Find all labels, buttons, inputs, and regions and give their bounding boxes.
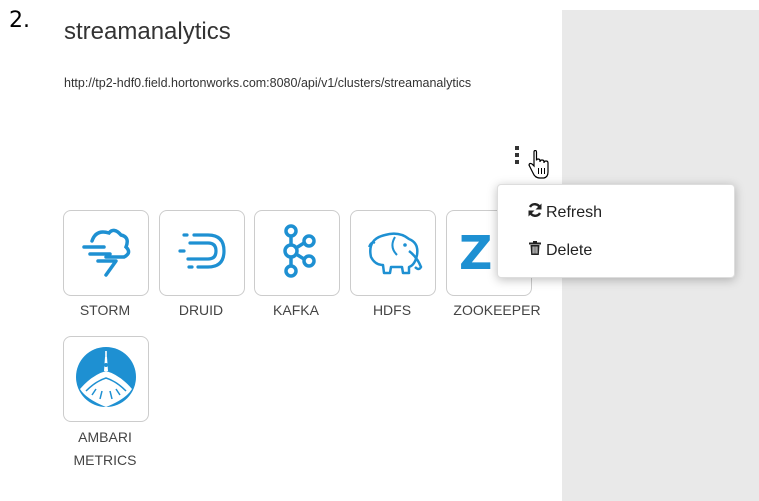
storm-icon bbox=[76, 221, 136, 286]
menu-item-refresh[interactable]: Refresh bbox=[527, 202, 602, 223]
trash-icon bbox=[527, 240, 546, 261]
service-tile-storm[interactable] bbox=[63, 210, 149, 296]
context-menu: Refresh Delete bbox=[497, 184, 735, 278]
service-label-druid: DRUID bbox=[178, 302, 224, 318]
refresh-icon bbox=[527, 202, 546, 223]
hdfs-elephant-icon bbox=[361, 221, 425, 286]
cluster-url: http://tp2-hdf0.field.hortonworks.com:80… bbox=[64, 76, 472, 90]
step-number: 2. bbox=[9, 8, 30, 33]
hand-cursor-icon bbox=[528, 149, 550, 185]
ambari-metrics-icon bbox=[74, 345, 138, 414]
service-label-zookeeper: ZOOKEEPER bbox=[453, 302, 541, 318]
service-tile-kafka[interactable] bbox=[254, 210, 340, 296]
service-label-ambari-metrics: AMBARI METRICS bbox=[73, 429, 137, 468]
service-tile-hdfs[interactable] bbox=[350, 210, 436, 296]
menu-item-label: Delete bbox=[546, 241, 593, 259]
service-label-storm: STORM bbox=[79, 302, 131, 318]
service-tile-ambari-metrics[interactable] bbox=[63, 336, 149, 422]
service-label-hdfs: HDFS bbox=[372, 302, 412, 318]
service-label-kafka: KAFKA bbox=[273, 302, 319, 318]
druid-icon bbox=[172, 221, 232, 286]
menu-item-label: Refresh bbox=[546, 203, 603, 221]
more-options-icon[interactable] bbox=[514, 146, 520, 164]
cluster-name: streamanalytics bbox=[64, 18, 231, 45]
menu-item-delete[interactable]: Delete bbox=[527, 240, 592, 261]
kafka-icon bbox=[267, 221, 327, 286]
service-tile-druid[interactable] bbox=[159, 210, 245, 296]
